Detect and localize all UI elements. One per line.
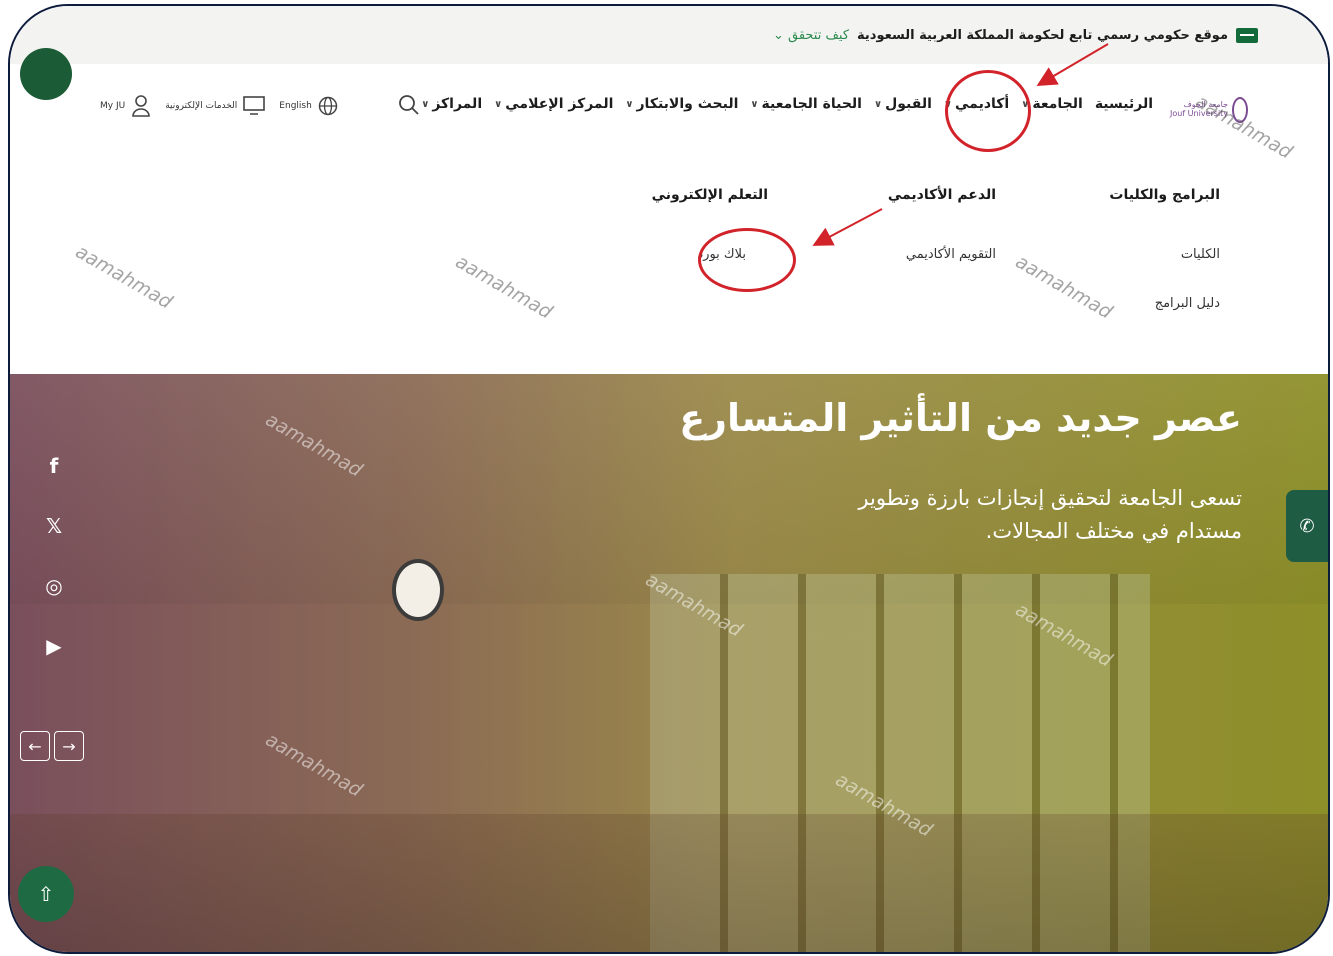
screenshot-frame: موقع حكومي رسمي تابع لحكومة المملكة العر… [8, 4, 1330, 954]
arrow-to-academic [1036, 43, 1109, 87]
arrow-to-blackboard [812, 208, 883, 246]
annotation-arrows [812, 43, 1109, 246]
